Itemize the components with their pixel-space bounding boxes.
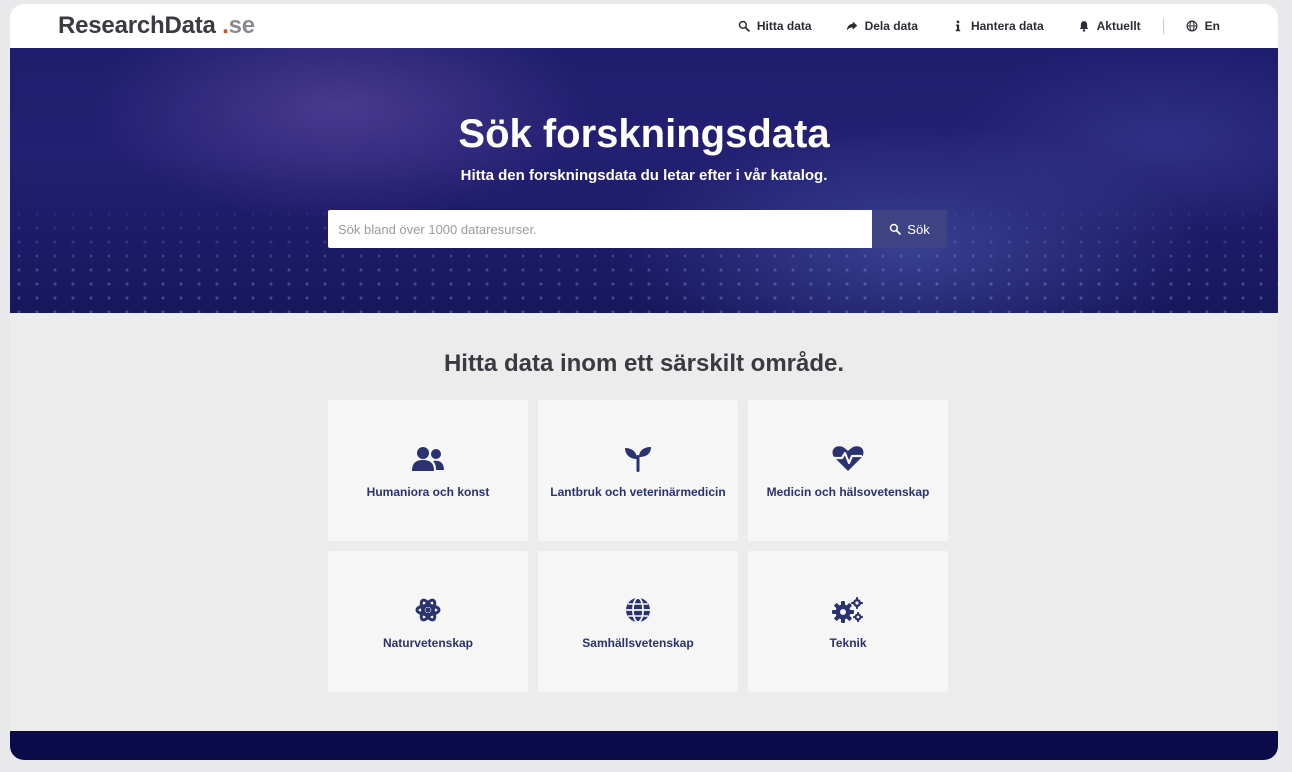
nav-item-hantera-data[interactable]: Hantera data <box>952 19 1044 33</box>
nav-label: Hitta data <box>756 19 812 33</box>
area-label: Teknik <box>829 635 867 650</box>
search-bar: Sök <box>328 210 947 248</box>
logo-text: ResearchData <box>58 12 216 39</box>
nav-label: Dela data <box>864 19 918 33</box>
globe-icon <box>626 596 650 623</box>
area-card-humaniora[interactable]: Humaniora och konst <box>328 400 528 541</box>
users-icon <box>412 446 444 471</box>
area-label: Medicin och hälsovetenskap <box>766 484 930 499</box>
nav-item-hitta-data[interactable]: Hitta data <box>738 19 812 33</box>
site-footer <box>10 731 1278 760</box>
main-nav: Hitta data Dela data Hantera data Aktuel… <box>704 4 1220 48</box>
nav-item-dela-data[interactable]: Dela data <box>846 19 918 33</box>
nav-divider <box>1162 18 1164 34</box>
area-card-medicin[interactable]: Medicin och hälsovetenskap <box>748 400 948 541</box>
areas-heading: Hitta data inom ett särskilt område. <box>443 350 845 377</box>
atom-icon <box>415 598 441 621</box>
area-label: Lantbruk och veterinärmedicin <box>550 484 726 499</box>
heart-pulse-icon <box>832 445 864 471</box>
nav-label: Hantera data <box>970 19 1044 33</box>
globe-icon <box>1186 20 1198 32</box>
hero-title: Sök forskningsdata <box>458 112 830 156</box>
hero-subtitle: Hitta den forskningsdata du letar efter … <box>460 167 828 184</box>
nav-item-aktuellt[interactable]: Aktuellt <box>1078 19 1141 33</box>
area-card-teknik[interactable]: Teknik <box>748 551 948 692</box>
hero-banner: Sök forskningsdata Hitta den forskningsd… <box>10 48 1278 313</box>
area-label: Naturvetenskap <box>382 635 474 650</box>
search-input[interactable] <box>328 210 872 248</box>
area-card-naturvetenskap[interactable]: Naturvetenskap <box>328 551 528 692</box>
share-icon <box>846 21 857 31</box>
area-grid: Humaniora och konst Lantbruk och veterin… <box>328 400 948 692</box>
search-button-label: Sök <box>907 221 930 237</box>
gears-icon <box>832 596 863 623</box>
logo-tld: se <box>228 12 255 39</box>
area-label: Humaniora och konst <box>366 484 490 499</box>
search-icon <box>890 223 902 235</box>
area-card-samhallsvetenskap[interactable]: Samhällsvetenskap <box>538 551 738 692</box>
browser-page: ResearchData .se Hitta data Dela data Ha… <box>10 4 1278 760</box>
nav-label: Aktuellt <box>1096 19 1141 33</box>
site-logo[interactable]: ResearchData .se <box>58 12 255 40</box>
info-icon <box>955 20 961 32</box>
seedling-icon <box>625 446 651 472</box>
area-card-lantbruk[interactable]: Lantbruk och veterinärmedicin <box>538 400 738 541</box>
search-button[interactable]: Sök <box>872 210 947 248</box>
bell-icon <box>1079 21 1088 32</box>
search-icon <box>738 20 750 32</box>
site-header: ResearchData .se Hitta data Dela data Ha… <box>10 4 1278 48</box>
language-label: En <box>1204 19 1220 33</box>
language-switch[interactable]: En <box>1186 19 1220 33</box>
area-label: Samhällsvetenskap <box>582 635 694 650</box>
